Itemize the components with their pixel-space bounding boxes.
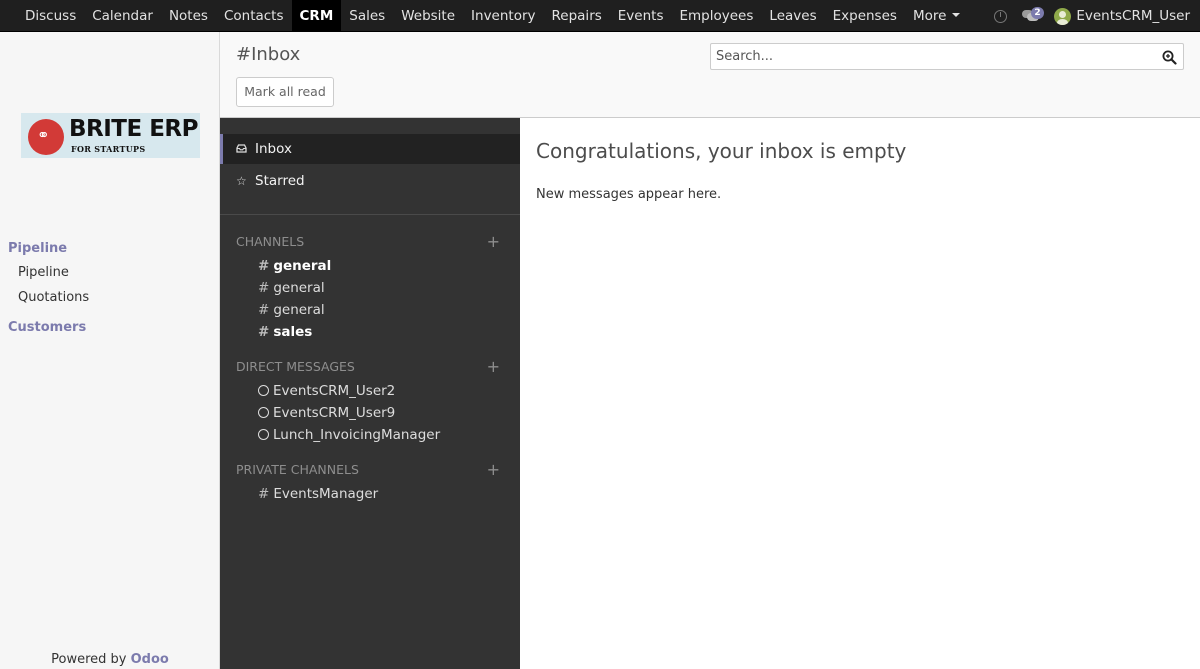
add-private-channel-plus-icon[interactable]: + — [487, 460, 500, 479]
private-channels-header: Private Channels + — [236, 460, 504, 479]
dm-item-lunch-invoicingmanager[interactable]: Lunch_InvoicingManager — [258, 427, 440, 443]
direct-messages-header: Direct Messages + — [236, 357, 504, 376]
logo-subtitle: FOR STARTUPS — [71, 144, 146, 154]
channel-item-general-1[interactable]: # general — [258, 258, 331, 274]
menu-repairs[interactable]: Repairs — [544, 0, 610, 32]
control-panel: #Inbox Mark all read — [220, 32, 1200, 118]
menu-contacts[interactable]: Contacts — [216, 0, 292, 32]
hash-icon: # — [258, 258, 270, 274]
menu-more-label: More — [912, 8, 947, 24]
empty-inbox-title: Congratulations, your inbox is empty — [536, 139, 907, 163]
menu-inventory[interactable]: Inventory — [463, 0, 543, 32]
channels-header-label: Channels — [236, 234, 305, 249]
search-icon[interactable] — [1162, 50, 1177, 65]
dm-name: EventsCRM_User2 — [273, 383, 396, 399]
odoo-link[interactable]: Odoo — [131, 652, 169, 667]
logo-title: BRITE ERP — [69, 116, 199, 142]
menu-more[interactable]: More — [905, 0, 968, 32]
app-sidebar: ⚭ BRITE ERP FOR STARTUPS Pipeline Pipeli… — [0, 32, 220, 669]
mailbox-inbox[interactable]: Inbox — [220, 134, 520, 164]
menu-notes[interactable]: Notes — [161, 0, 216, 32]
search-box — [710, 43, 1184, 70]
sidebar-section-customers[interactable]: Customers — [8, 320, 86, 335]
channel-item-general-2[interactable]: # general — [258, 280, 325, 296]
starred-label: Starred — [255, 173, 305, 189]
menu-website[interactable]: Website — [393, 0, 463, 32]
top-navbar: Discuss Calendar Notes Contacts CRM Sale… — [0, 0, 1200, 32]
presence-offline-icon — [258, 385, 269, 396]
clock-icon[interactable] — [994, 9, 1008, 23]
systray: 2 EventsCRM_User — [994, 0, 1190, 32]
star-icon: ☆ — [236, 174, 247, 188]
channel-name: general — [273, 280, 325, 296]
sidebar-item-quotations[interactable]: Quotations — [18, 290, 89, 305]
powered-prefix: Powered by — [51, 652, 131, 667]
breadcrumb: #Inbox — [236, 44, 301, 65]
company-logo[interactable]: ⚭ BRITE ERP FOR STARTUPS — [21, 113, 200, 158]
sidebar-item-pipeline[interactable]: Pipeline — [18, 265, 69, 280]
app-menu: Discuss Calendar Notes Contacts CRM Sale… — [17, 0, 968, 32]
inbox-label: Inbox — [255, 141, 292, 157]
caret-down-icon — [952, 13, 961, 17]
inbox-icon — [236, 134, 248, 164]
hash-icon: # — [258, 280, 270, 296]
dm-name: EventsCRM_User9 — [273, 405, 396, 421]
chat-count-badge: 2 — [1031, 7, 1044, 19]
private-channel-item-eventsmanager[interactable]: # EventsManager — [258, 486, 378, 502]
channel-item-sales[interactable]: # sales — [258, 324, 312, 340]
menu-discuss[interactable]: Discuss — [17, 0, 84, 32]
discuss-sidebar: Inbox ☆ Starred Channels + # general # gene… — [220, 118, 520, 669]
search-input[interactable] — [711, 44, 1151, 69]
channel-name: general — [273, 258, 332, 274]
hash-icon: # — [258, 302, 270, 318]
menu-crm[interactable]: CRM — [291, 0, 342, 32]
user-menu[interactable]: EventsCRM_User — [1076, 8, 1190, 24]
sidebar-divider — [220, 214, 520, 215]
menu-expenses[interactable]: Expenses — [825, 0, 905, 32]
dm-item-eventscrm-user9[interactable]: EventsCRM_User9 — [258, 405, 395, 421]
powered-by: Powered by Odoo — [0, 652, 220, 667]
menu-sales[interactable]: Sales — [341, 0, 393, 32]
add-channel-plus-icon[interactable]: + — [487, 232, 500, 251]
empty-inbox-text: New messages appear here. — [536, 187, 722, 202]
presence-offline-icon — [258, 407, 269, 418]
user-avatar[interactable] — [1054, 7, 1072, 25]
messaging-menu[interactable]: 2 — [1022, 7, 1044, 23]
hash-icon: # — [258, 486, 270, 502]
channel-name: general — [273, 302, 325, 318]
logo-emblem-icon: ⚭ — [28, 119, 64, 155]
channel-item-general-3[interactable]: # general — [258, 302, 325, 318]
presence-offline-icon — [258, 429, 269, 440]
menu-events[interactable]: Events — [610, 0, 672, 32]
hash-icon: # — [258, 324, 270, 340]
mark-all-read-button[interactable]: Mark all read — [236, 77, 334, 107]
sidebar-section-pipeline[interactable]: Pipeline — [8, 241, 67, 256]
mailbox-starred[interactable]: ☆ Starred — [220, 166, 520, 196]
dm-name: Lunch_InvoicingManager — [273, 427, 441, 443]
private-channels-header-label: Private Channels — [236, 462, 359, 477]
channel-name: sales — [273, 324, 313, 340]
add-direct-message-plus-icon[interactable]: + — [487, 357, 500, 376]
menu-leaves[interactable]: Leaves — [761, 0, 824, 32]
channel-name: EventsManager — [273, 486, 379, 502]
channels-header: Channels + — [236, 232, 504, 251]
direct-messages-header-label: Direct Messages — [236, 359, 355, 374]
dm-item-eventscrm-user2[interactable]: EventsCRM_User2 — [258, 383, 395, 399]
menu-calendar[interactable]: Calendar — [84, 0, 161, 32]
menu-employees[interactable]: Employees — [672, 0, 762, 32]
